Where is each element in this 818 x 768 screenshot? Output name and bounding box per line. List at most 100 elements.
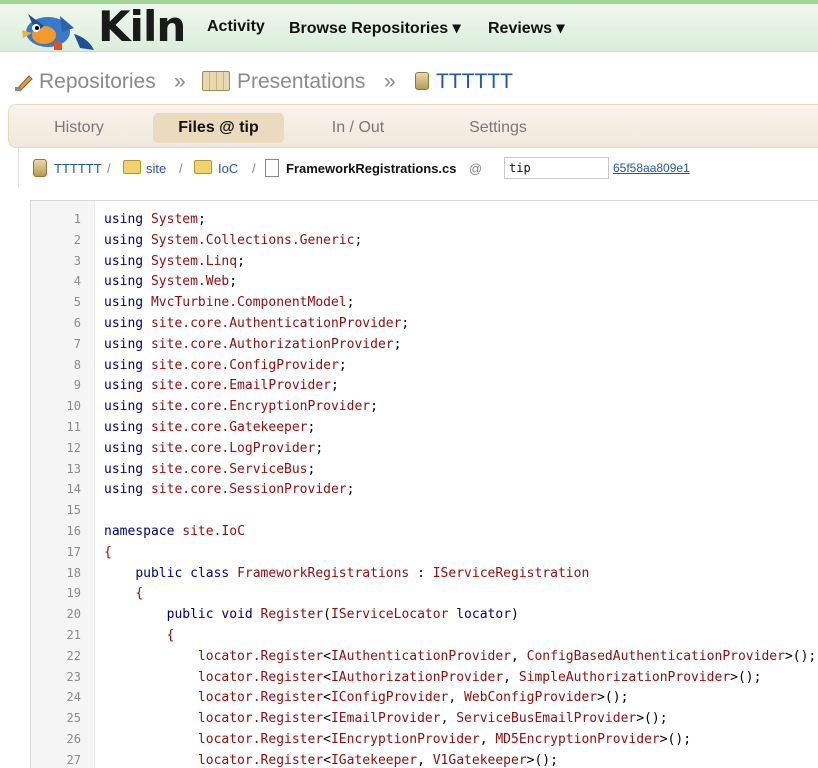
code-line: 6 using site.core.AuthenticationProvider; (31, 313, 818, 334)
code-token: IConfigProvider (330, 690, 449, 706)
path-separator: / (179, 161, 183, 176)
code-token: MvcTurbine.ComponentModel (150, 295, 347, 311)
breadcrumb-repo-tttttt[interactable]: TTTTTT (436, 70, 513, 94)
code-viewer[interactable]: 1 using System; 2 using System.Collections.… (30, 200, 818, 768)
logo-text: Kiln (98, 2, 186, 51)
file-path-bar: TTTTTT / site / IoC / FrameworkRegistrat… (18, 148, 818, 188)
code-text: locator.Register<IConfigProvider, WebCon… (104, 687, 629, 708)
code-text: { (104, 542, 112, 563)
code-token: , (448, 690, 465, 706)
breadcrumb-separator: » (384, 70, 396, 93)
code-token: , (479, 732, 496, 747)
code-token: System (150, 212, 198, 227)
code-text: using System.Linq; (104, 251, 245, 272)
code-token: using (104, 232, 144, 248)
code-line: 2 using System.Collections.Generic; (31, 230, 818, 251)
code-token: site.core.EncryptionProvider (150, 399, 371, 415)
code-token: Register (260, 607, 324, 623)
code-token: using (104, 399, 144, 415)
code-line: 25 locator.Register<IEmailProvider, Serv… (31, 708, 818, 729)
tab-settings[interactable]: Settings (454, 113, 542, 143)
code-token: site.IoC (182, 524, 245, 539)
line-number: 14 (66, 482, 81, 497)
code-line: 8 using site.core.ConfigProvider; (31, 355, 818, 376)
code-token: public void (166, 607, 253, 623)
code-token: , (417, 752, 433, 768)
code-text: using site.core.ConfigProvider; (104, 355, 347, 376)
code-line: 9 using site.core.EmailProvider; (31, 375, 818, 396)
code-token: FrameworkRegistrations (237, 565, 410, 581)
path-repo-link[interactable]: TTTTTT (54, 161, 102, 176)
code-token: System.Linq (150, 253, 238, 269)
line-number: 7 (73, 336, 81, 351)
code-token: using (104, 295, 144, 311)
code-token: site.core.ServiceBus (150, 461, 308, 477)
nav-activity[interactable]: Activity (207, 18, 265, 36)
tab-files-at-tip[interactable]: Files @ tip (153, 113, 284, 143)
code-token: { (166, 628, 175, 643)
path-folder-ioc[interactable]: IoC (218, 161, 238, 176)
code-token: using (104, 357, 144, 373)
tab-in-out[interactable]: In / Out (316, 113, 400, 143)
path-folder-site[interactable]: site (146, 161, 166, 176)
code-line: 27 locator.Register<IGatekeeper, V1Gatek… (31, 750, 818, 768)
tab-history[interactable]: History (37, 113, 121, 143)
kiln-logo[interactable]: Kiln (14, 2, 186, 54)
revision-input[interactable] (504, 157, 609, 179)
code-token: < (323, 690, 331, 706)
code-text: { (104, 583, 143, 604)
path-separator: / (107, 161, 111, 176)
code-token: : (409, 565, 433, 581)
path-separator: / (252, 161, 256, 176)
code-line: 3 using System.Linq; (31, 251, 818, 272)
code-token: V1Gatekeeper (432, 752, 527, 768)
code-token: IAuthenticationProvider (330, 648, 511, 664)
code-line: 1 using System; (31, 209, 818, 230)
line-number: 22 (66, 648, 81, 663)
code-line: 12 using site.core.LogProvider; (31, 438, 818, 459)
code-token: locator.Register (197, 669, 324, 685)
code-token: ; (307, 461, 316, 477)
code-token: using (104, 336, 144, 352)
code-token: >(); (526, 752, 558, 768)
breadcrumb-presentations[interactable]: Presentations (237, 70, 365, 94)
changeset-hash-link[interactable]: 65f58aa809e1 (613, 161, 690, 175)
code-text: using System; (104, 209, 206, 230)
code-text: using site.core.EncryptionProvider; (104, 396, 378, 417)
folder-icon (123, 160, 141, 174)
code-token: ; (307, 420, 316, 435)
code-token: site.core.AuthenticationProvider (150, 316, 402, 331)
top-nav-bar: Kiln Activity Browse Repositories ▾ Revi… (0, 0, 818, 52)
code-token: public class (135, 565, 230, 581)
code-token: IGatekeeper (330, 752, 418, 768)
repository-icon (415, 72, 429, 90)
code-text: using site.core.LogProvider; (104, 438, 323, 459)
code-text: using MvcTurbine.ComponentModel; (104, 292, 354, 313)
code-token: site.core.ConfigProvider (150, 357, 339, 373)
code-token: ; (237, 253, 245, 269)
code-token: locator.Register (197, 648, 324, 664)
code-text: locator.Register<IEncryptionProvider, MD… (104, 729, 691, 750)
code-token: < (323, 732, 331, 747)
code-line: 21 { (31, 625, 818, 646)
code-token: ; (338, 357, 347, 373)
code-token: ; (354, 232, 363, 248)
code-token: ( (323, 607, 331, 623)
line-number: 13 (66, 461, 81, 476)
nav-reviews[interactable]: Reviews ▾ (488, 18, 565, 38)
breadcrumb-repositories[interactable]: Repositories (39, 70, 156, 94)
nav-browse-repositories[interactable]: Browse Repositories ▾ (289, 18, 461, 38)
